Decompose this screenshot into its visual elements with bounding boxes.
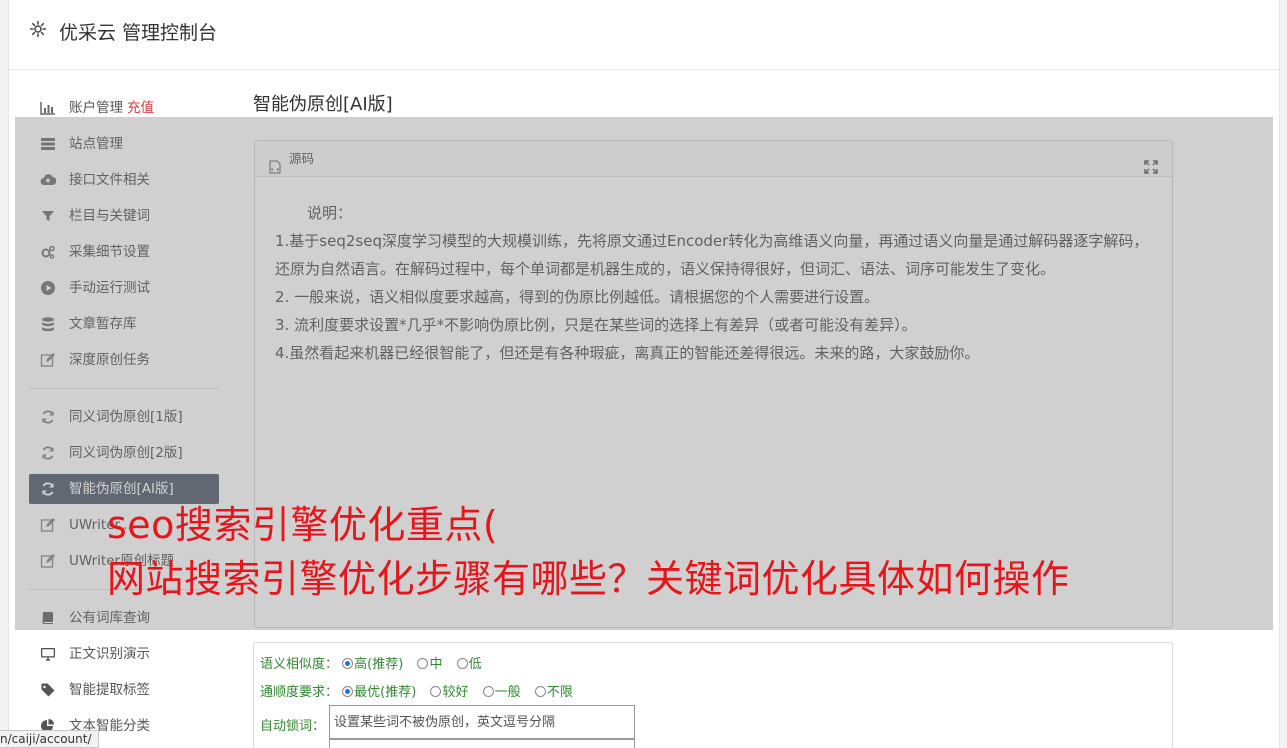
recharge-link[interactable]: 充值 — [127, 100, 154, 116]
fluency-option-best[interactable]: 最优(推荐) — [342, 685, 416, 700]
tag-icon — [40, 682, 56, 698]
options-form: 语义相似度： 高(推荐) 中 低 通顺度要求： 最优(推荐) 较好 一般 不限 … — [253, 642, 1173, 748]
lock-words-label: 自动锁词： — [260, 719, 326, 734]
similarity-option-low[interactable]: 低 — [456, 657, 482, 672]
radio-button[interactable] — [342, 686, 354, 697]
similarity-row: 语义相似度： 高(推荐) 中 低 — [260, 653, 492, 672]
similarity-option-high[interactable]: 高(推荐) — [342, 657, 403, 672]
fluency-row: 通顺度要求： 最优(推荐) 较好 一般 不限 — [260, 681, 583, 700]
similarity-label: 语义相似度： — [260, 657, 339, 672]
source-text-input[interactable] — [329, 739, 635, 748]
fluency-option-normal[interactable]: 一般 — [482, 685, 521, 700]
sidebar-item-smart-tags[interactable]: 智能提取标签 — [29, 672, 219, 708]
sidebar-item-label: 正文识别演示 — [69, 646, 150, 662]
bar-chart-icon — [40, 100, 56, 116]
radio-button[interactable] — [534, 686, 546, 697]
sidebar-item-label: 智能提取标签 — [69, 682, 150, 698]
gear-icon — [29, 20, 47, 38]
watermark-line: 网站搜索引擎优化步骤有哪些？关键词优化具体如何操作 — [107, 557, 1070, 601]
fluency-option-good[interactable]: 较好 — [430, 685, 468, 700]
monitor-icon — [40, 646, 56, 662]
watermark-text: seo搜索引擎优化重点( 网站搜索引擎优化步骤有哪些？关键词优化具体如何操作 — [107, 498, 1070, 606]
top-header: 优采云 管理控制台 — [9, 0, 1279, 70]
main-content: 智能伪原创[AI版] 源码 说明： 1.基于seq2seq深度学习模型的大规模训… — [253, 90, 1173, 628]
radio-button[interactable] — [417, 658, 429, 669]
radio-button[interactable] — [482, 686, 494, 697]
radio-button[interactable] — [456, 658, 468, 669]
watermark-line: seo搜索引擎优化重点( — [107, 503, 499, 547]
fluency-option-any[interactable]: 不限 — [534, 685, 573, 700]
similarity-option-mid[interactable]: 中 — [417, 657, 442, 672]
page-title: 智能伪原创[AI版] — [253, 94, 393, 115]
app-title: 优采云 管理控制台 — [59, 22, 218, 44]
status-bar-url: n/caiji/account/ — [0, 730, 99, 748]
sidebar-item-text-recognition[interactable]: 正文识别演示 — [29, 636, 219, 672]
sidebar-item-label: 账户管理 — [69, 100, 123, 116]
radio-button[interactable] — [430, 686, 442, 697]
lock-words-input[interactable] — [329, 705, 635, 739]
radio-button[interactable] — [342, 658, 354, 669]
fluency-label: 通顺度要求： — [260, 685, 339, 700]
